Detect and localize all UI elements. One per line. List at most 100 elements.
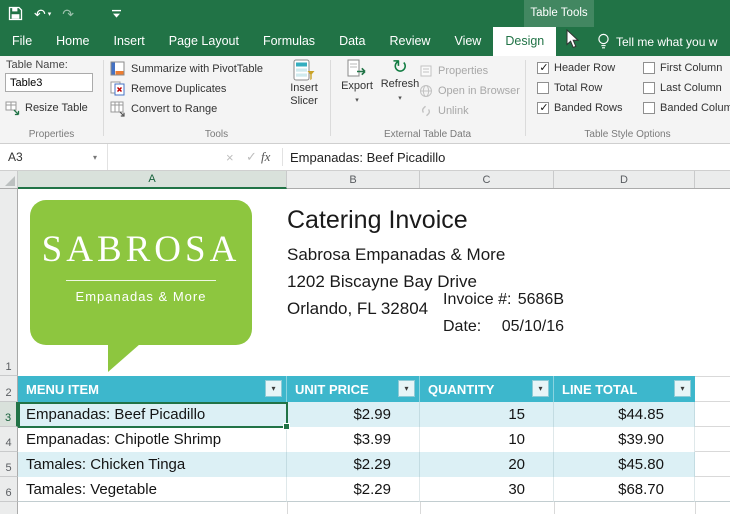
insert-function-button[interactable]: fx	[261, 144, 270, 170]
tell-me-box[interactable]: Tell me what you w	[597, 27, 717, 56]
resize-table-button[interactable]: Resize Table	[5, 99, 88, 117]
cell-c5[interactable]: 20	[420, 452, 554, 477]
last-column-checkbox[interactable]	[643, 82, 655, 94]
tab-page-layout[interactable]: Page Layout	[157, 27, 251, 56]
save-button[interactable]	[8, 6, 23, 21]
cell-a5[interactable]: Tamales: Chicken Tinga	[18, 452, 287, 477]
cell-d6[interactable]: $68.70	[554, 477, 695, 502]
table-header-menu-item[interactable]: MENU ITEM ▾	[18, 376, 287, 402]
row-header-2[interactable]: 2	[0, 376, 18, 402]
row-header-5[interactable]: 5	[0, 452, 18, 477]
remove-duplicates-button[interactable]: Remove Duplicates	[110, 80, 226, 98]
banded-rows-checkbox[interactable]	[537, 102, 549, 114]
checkbox-first-column[interactable]: First Column	[643, 62, 722, 74]
cell-a4[interactable]: Empanadas: Chipotle Shrimp	[18, 427, 287, 452]
fill-handle[interactable]	[283, 423, 290, 430]
group-separator	[103, 60, 104, 136]
filter-dropdown-icon[interactable]: ▾	[674, 380, 691, 397]
column-header-e[interactable]	[695, 171, 730, 188]
column-header-c[interactable]: C	[420, 171, 554, 188]
row-header-7[interactable]	[0, 502, 18, 514]
table-header-unit-price[interactable]: UNIT PRICE ▾	[287, 376, 420, 402]
name-box[interactable]: A3	[0, 144, 108, 170]
cell-d5[interactable]: $45.80	[554, 452, 695, 477]
tab-home[interactable]: Home	[44, 27, 101, 56]
cell-a6[interactable]: Tamales: Vegetable	[18, 477, 287, 502]
cell-b4[interactable]: $3.99	[287, 427, 420, 452]
checkbox-total-row[interactable]: Total Row	[537, 82, 602, 94]
checkbox-header-row[interactable]: Header Row	[537, 62, 615, 74]
qat-customize-button[interactable]	[111, 9, 122, 19]
filter-dropdown-icon[interactable]: ▾	[398, 380, 415, 397]
formula-bar: A3 ▾ × ✓ fx Empanadas: Beef Picadillo	[0, 144, 730, 171]
insert-slicer-button[interactable]: Insert Slicer	[281, 58, 327, 108]
cell-d3[interactable]: $44.85	[554, 402, 695, 427]
cell-b3[interactable]: $2.99	[287, 402, 420, 427]
first-column-checkbox[interactable]	[643, 62, 655, 74]
cell-e3[interactable]	[695, 402, 730, 427]
tab-insert[interactable]: Insert	[102, 27, 157, 56]
filter-dropdown-icon[interactable]: ▾	[265, 380, 282, 397]
invoice-company: Sabrosa Empanadas & More	[287, 245, 505, 265]
redo-button[interactable]: ↷	[62, 7, 74, 21]
cell-a3[interactable]: Empanadas: Beef Picadillo	[18, 402, 287, 427]
cell-c3[interactable]: 15	[420, 402, 554, 427]
convert-to-range-button[interactable]: Convert to Range	[110, 100, 217, 118]
cell-c6[interactable]: 30	[420, 477, 554, 502]
table-name-input[interactable]	[5, 73, 93, 92]
undo-icon: ↶	[34, 7, 46, 21]
name-box-chevron-down-icon[interactable]: ▾	[93, 153, 97, 162]
tab-file[interactable]: File	[0, 27, 44, 56]
column-header-row: A B C D	[0, 171, 730, 189]
tab-design[interactable]: Design	[493, 27, 556, 56]
export-button[interactable]: Export ▾	[334, 58, 380, 107]
cell-e5[interactable]	[695, 452, 730, 477]
checkbox-last-column[interactable]: Last Column	[643, 82, 722, 94]
chevron-down-icon[interactable]: ▾	[48, 10, 52, 18]
external-properties-button: Properties	[419, 62, 488, 80]
group-label-external-table-data: External Table Data	[330, 129, 525, 140]
row-header-4[interactable]: 4	[0, 427, 18, 452]
invoice-date-value: 05/10/16	[502, 318, 564, 336]
banded-columns-checkbox[interactable]	[643, 102, 655, 114]
table-header-quantity[interactable]: QUANTITY ▾	[420, 376, 554, 402]
filter-dropdown-icon[interactable]: ▾	[532, 380, 549, 397]
cell-e4[interactable]	[695, 427, 730, 452]
tab-view[interactable]: View	[442, 27, 493, 56]
invoice-title: Catering Invoice	[287, 206, 468, 235]
row-header-1[interactable]: 1	[0, 189, 18, 376]
cell-c4[interactable]: 10	[420, 427, 554, 452]
checkbox-banded-rows[interactable]: Banded Rows	[537, 102, 623, 114]
header-row-checkbox[interactable]	[537, 62, 549, 74]
tab-formulas[interactable]: Formulas	[251, 27, 327, 56]
column-header-d[interactable]: D	[554, 171, 695, 188]
cancel-button: ×	[226, 144, 234, 170]
enter-button: ✓	[246, 144, 257, 170]
chevron-down-icon[interactable]: ▾	[355, 94, 359, 107]
chevron-down-icon[interactable]: ▾	[398, 92, 402, 105]
undo-button[interactable]: ↶ ▾	[34, 7, 51, 21]
select-all-corner[interactable]	[0, 171, 18, 188]
cell-d4[interactable]: $39.90	[554, 427, 695, 452]
table-header-line-total[interactable]: LINE TOTAL ▾	[554, 376, 695, 402]
tell-me-text: Tell me what you w	[616, 35, 717, 49]
cell-e2[interactable]	[695, 376, 730, 402]
column-header-b[interactable]: B	[287, 171, 420, 188]
cell-b6[interactable]: $2.29	[287, 477, 420, 502]
row-header-3[interactable]: 3	[0, 402, 18, 427]
unlink-button: Unlink	[419, 102, 469, 120]
cell-e6[interactable]	[695, 477, 730, 502]
tab-data[interactable]: Data	[327, 27, 377, 56]
total-row-checkbox[interactable]	[537, 82, 549, 94]
formula-input[interactable]: Empanadas: Beef Picadillo	[290, 144, 445, 170]
summarize-with-pivottable-button[interactable]: Summarize with PivotTable	[110, 60, 263, 78]
row-header-6[interactable]: 6	[0, 477, 18, 502]
invoice-number-line: Invoice #: 5686B	[443, 291, 564, 309]
tab-review[interactable]: Review	[377, 27, 442, 56]
table-tools-context-label: Table Tools	[524, 0, 594, 27]
cell-b5[interactable]: $2.29	[287, 452, 420, 477]
checkbox-banded-columns[interactable]: Banded Colum	[643, 102, 730, 114]
refresh-button[interactable]: ↻ Refresh ▾	[377, 58, 423, 105]
insert-slicer-icon	[292, 58, 316, 82]
column-header-a[interactable]: A	[18, 171, 287, 189]
